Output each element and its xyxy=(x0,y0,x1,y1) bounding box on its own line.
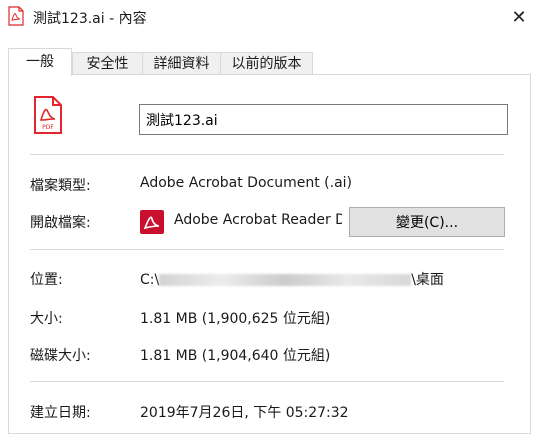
location-value: C:\ \桌面 xyxy=(140,269,444,289)
disk-size-value: 1.81 MB (1,904,640 位元組) xyxy=(140,348,331,364)
tab-general[interactable]: 一般 xyxy=(8,48,72,76)
location-prefix: C:\ xyxy=(140,272,160,288)
close-icon: ✕ xyxy=(511,6,527,28)
redacted-path xyxy=(159,274,412,286)
divider xyxy=(30,249,504,250)
window-title: 測試123.ai - 內容 xyxy=(33,11,147,27)
pdf-file-icon xyxy=(8,6,24,26)
opens-with-app: Adobe Acrobat Reader DC xyxy=(174,212,342,228)
file-name-input[interactable] xyxy=(139,104,508,135)
location-label: 位置: xyxy=(30,272,63,288)
pdf-file-icon: PDF xyxy=(34,96,62,134)
tab-details[interactable]: 詳細資料 xyxy=(142,52,221,74)
change-button[interactable]: 變更(C)... xyxy=(349,207,505,237)
divider xyxy=(30,154,504,155)
created-label: 建立日期: xyxy=(30,405,91,421)
opens-with-label: 開啟檔案: xyxy=(30,215,91,231)
close-button[interactable]: ✕ xyxy=(499,0,539,34)
location-suffix: \桌面 xyxy=(411,272,444,288)
tab-security[interactable]: 安全性 xyxy=(72,52,143,74)
divider xyxy=(30,381,504,382)
file-type-label: 檔案類型: xyxy=(30,178,91,194)
acrobat-icon xyxy=(140,210,164,234)
title-bar: 測試123.ai - 內容 ✕ xyxy=(0,0,539,34)
created-value: 2019年7月26日, 下午 05:27:32 xyxy=(140,405,349,421)
size-label: 大小: xyxy=(30,311,63,327)
file-type-value: Adobe Acrobat Document (.ai) xyxy=(140,175,353,191)
tab-previous-versions[interactable]: 以前的版本 xyxy=(220,52,313,74)
disk-size-label: 磁碟大小: xyxy=(30,348,91,364)
pdf-icon-text: PDF xyxy=(42,124,54,131)
size-value: 1.81 MB (1,900,625 位元組) xyxy=(140,311,331,327)
